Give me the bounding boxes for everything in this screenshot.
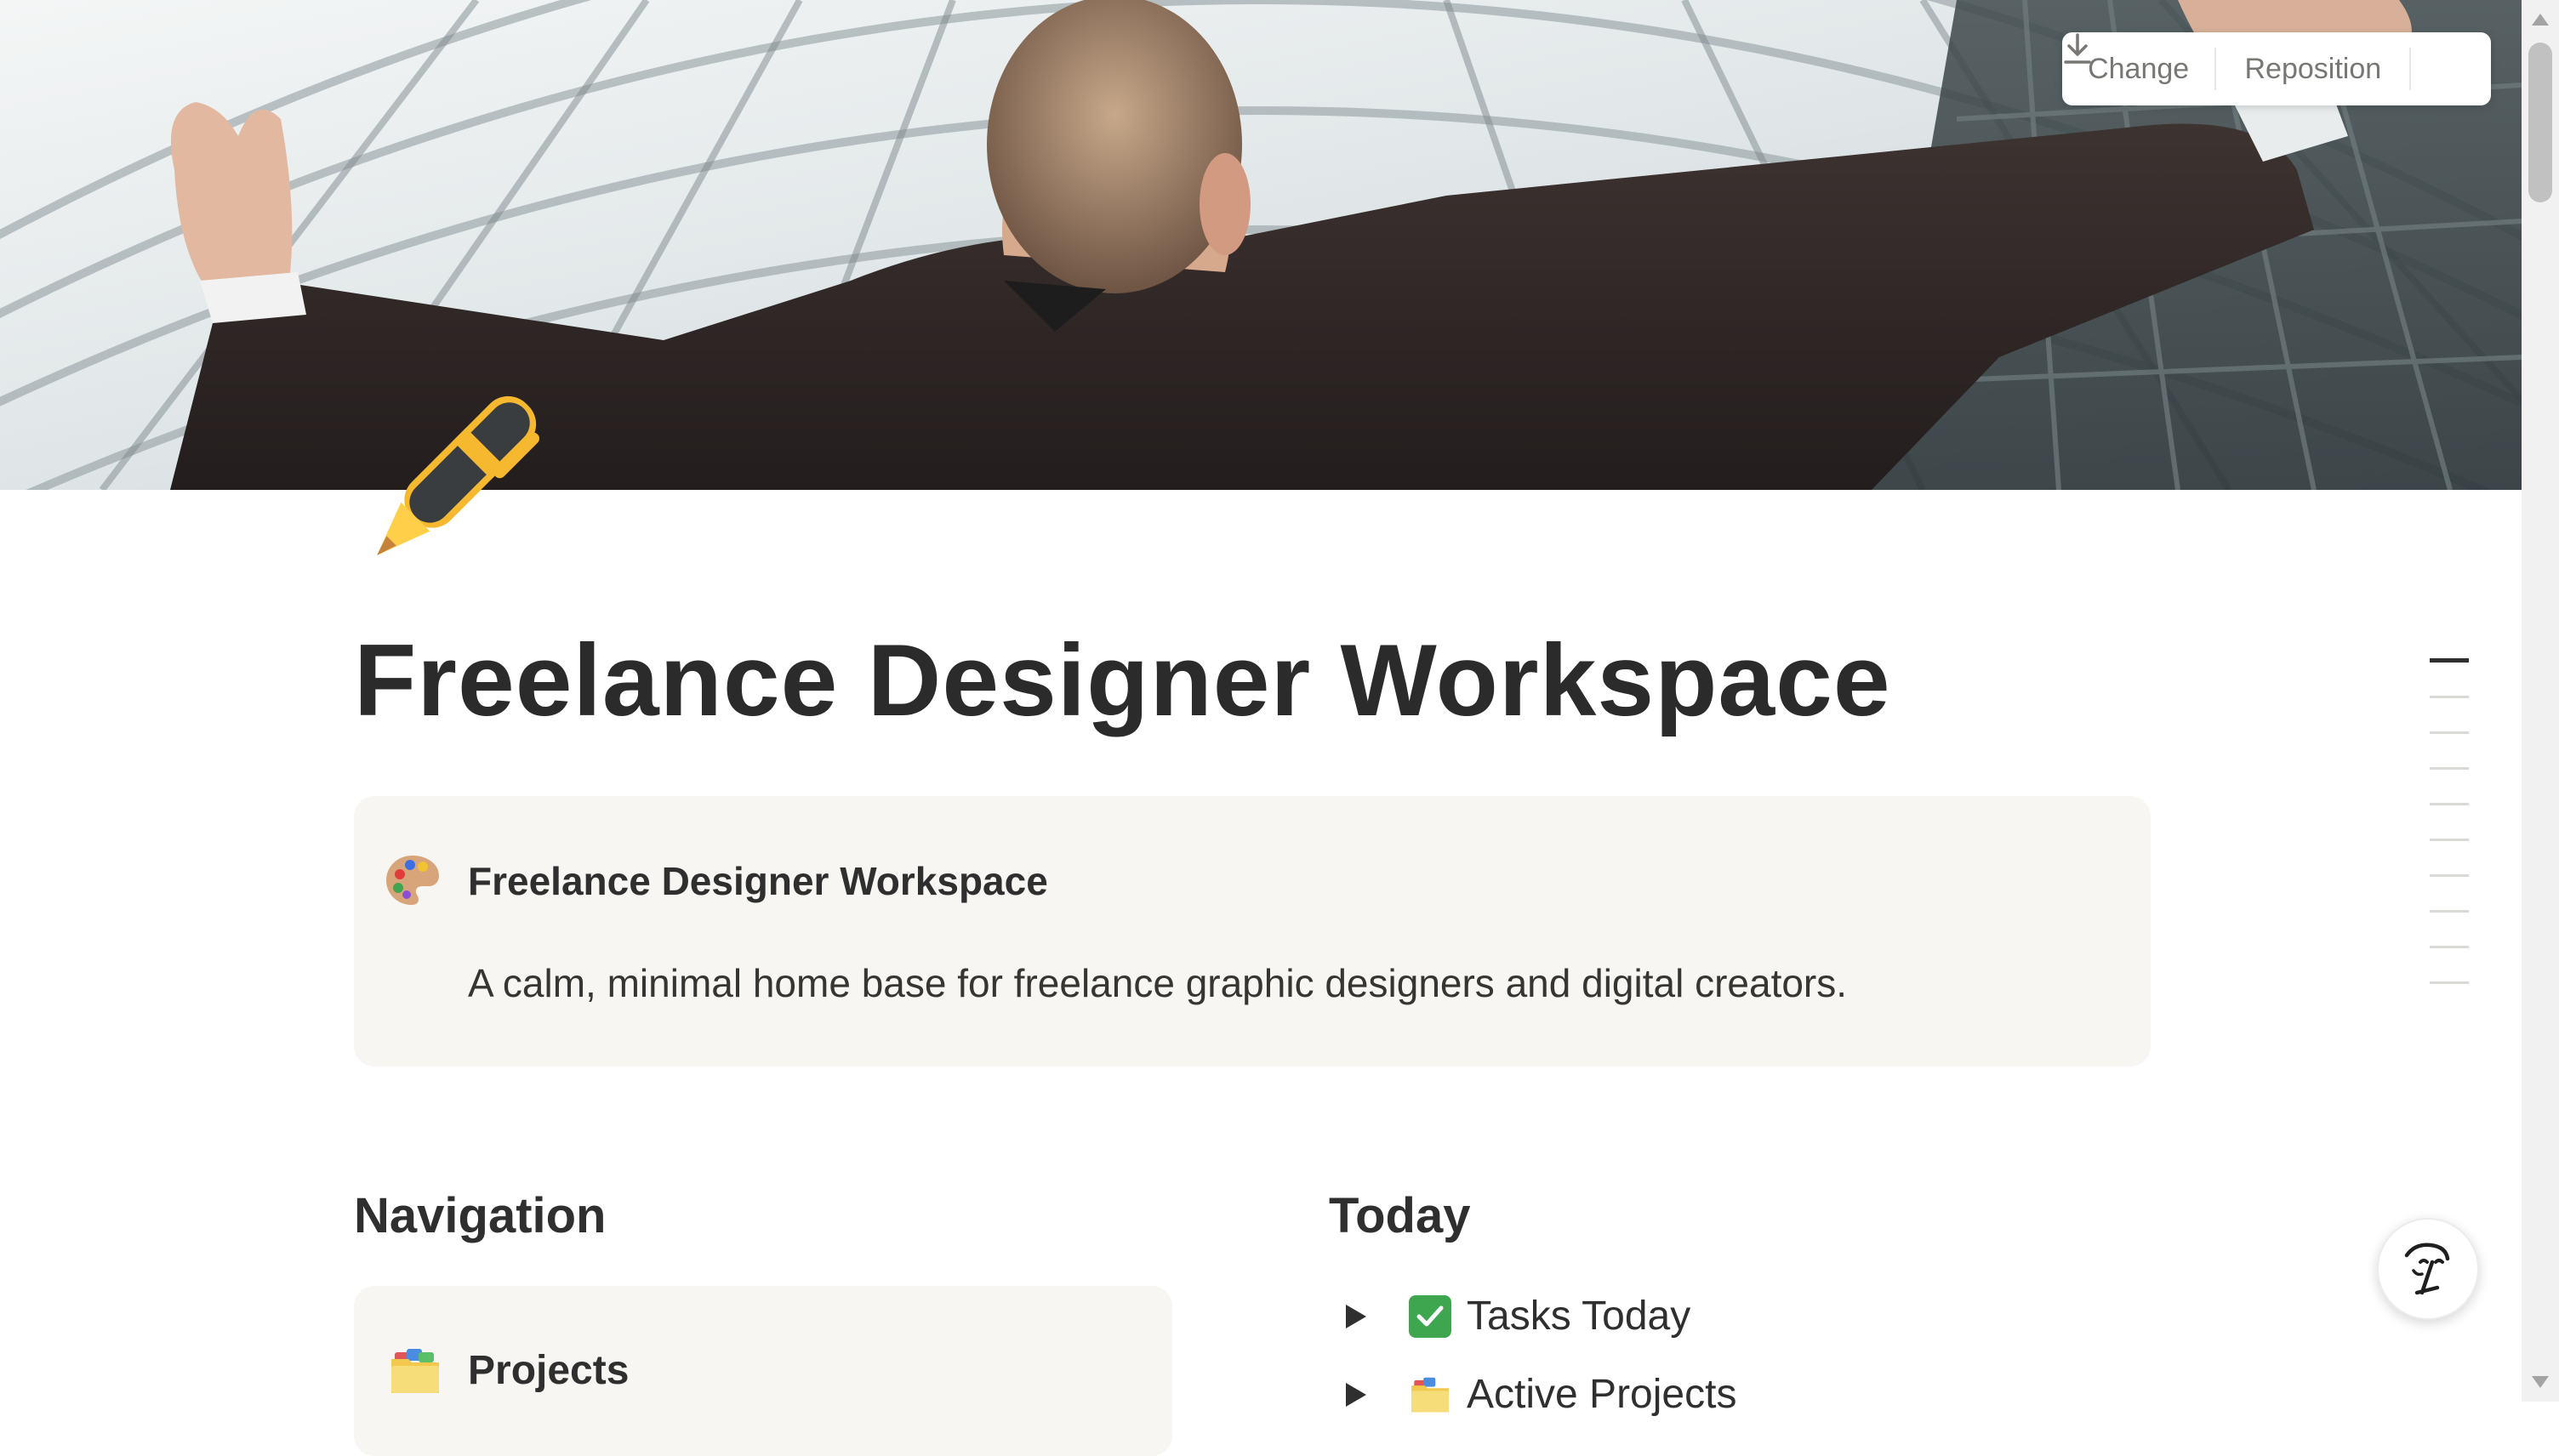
toggle-arrow-icon[interactable]: [1346, 1383, 1366, 1407]
change-cover-label: Change: [2088, 52, 2190, 85]
intro-callout: Freelance Designer Workspace A calm, min…: [354, 796, 2151, 1066]
page-icon[interactable]: [347, 381, 551, 585]
toggle-tasks-today[interactable]: Tasks Today: [1346, 1291, 1690, 1342]
page-title[interactable]: Freelance Designer Workspace: [354, 619, 1891, 742]
download-icon: [2064, 33, 2091, 64]
toggle-label: Tasks Today: [1467, 1294, 1691, 1339]
callout-description: A calm, minimal home base for freelance …: [468, 961, 1848, 1005]
reposition-cover-button[interactable]: Reposition: [2216, 32, 2409, 105]
table-of-contents: [2430, 658, 2471, 1017]
toc-dash[interactable]: [2430, 874, 2469, 877]
pen-icon: [377, 395, 539, 555]
toc-dash[interactable]: [2430, 981, 2469, 984]
page-scrollbar[interactable]: [2522, 0, 2559, 1402]
toggle-arrow-icon[interactable]: [1346, 1305, 1366, 1328]
toggle-label: Active Projects: [1467, 1372, 1737, 1417]
scroll-down-arrow-icon[interactable]: [2532, 1376, 2549, 1388]
today-heading: Today: [1329, 1188, 1471, 1243]
scrollbar-thumb[interactable]: [2528, 43, 2552, 202]
nav-item-projects-label: Projects: [468, 1348, 630, 1393]
toc-dash[interactable]: [2430, 946, 2469, 948]
check-mark-icon: [1409, 1295, 1451, 1338]
toc-dash[interactable]: [2430, 767, 2469, 770]
palette-icon: [386, 856, 439, 905]
nav-item-projects[interactable]: Projects: [388, 1344, 629, 1398]
reposition-cover-label: Reposition: [2244, 52, 2382, 85]
scroll-up-arrow-icon[interactable]: [2532, 14, 2549, 26]
toggle-active-projects[interactable]: Active Projects: [1346, 1369, 1736, 1420]
toc-dash[interactable]: [2430, 910, 2469, 913]
navigation-heading: Navigation: [354, 1188, 607, 1243]
navigation-card: Projects: [354, 1286, 1172, 1456]
toc-dash[interactable]: [2430, 658, 2469, 663]
toc-dash[interactable]: [2430, 696, 2469, 698]
toc-dash[interactable]: [2430, 803, 2469, 805]
ai-assistant-button[interactable]: [2377, 1218, 2479, 1320]
cover-toolbar: Change Reposition: [2062, 32, 2491, 105]
toc-dash[interactable]: [2430, 731, 2469, 734]
notion-ai-face-icon: [2404, 1243, 2450, 1295]
callout-title: Freelance Designer Workspace: [468, 859, 1048, 903]
callout-icon-wrapper[interactable]: [385, 852, 441, 908]
folder-icon: [391, 1349, 439, 1393]
toc-dash[interactable]: [2430, 839, 2469, 841]
folder-icon: [1411, 1377, 1449, 1413]
download-cover-button[interactable]: [2064, 32, 2491, 105]
